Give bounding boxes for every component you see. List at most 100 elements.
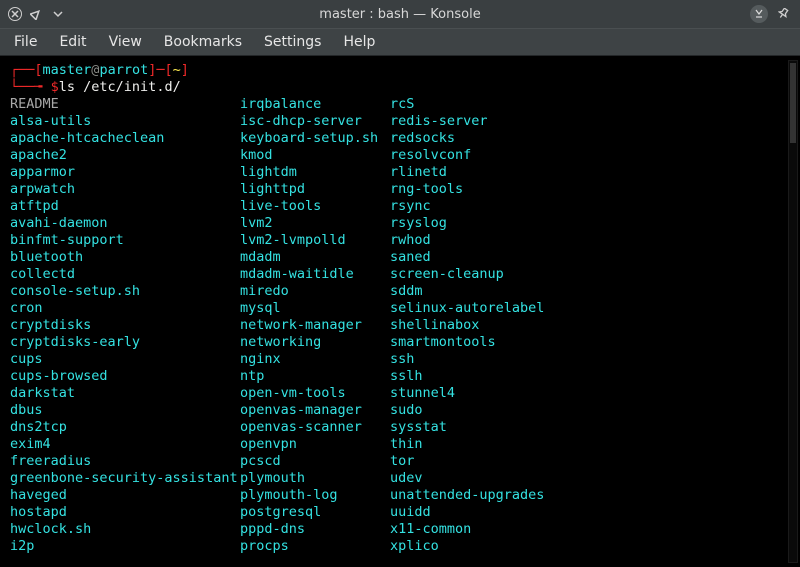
ls-entry: nginx [240,351,390,368]
ls-entry: unattended-upgrades [390,487,600,504]
ls-entry: networking [240,334,390,351]
ls-entry: udev [390,470,600,487]
ls-entry: plymouth-log [240,487,390,504]
ls-entry: stunnel4 [390,385,600,402]
ls-entry: cryptdisks-early [10,334,240,351]
ls-entry: redsocks [390,130,600,147]
ls-entry: postgresql [240,504,390,521]
ls-entry: apache-htcacheclean [10,130,240,147]
ls-entry: lvm2 [240,215,390,232]
ls-entry: apache2 [10,147,240,164]
ls-entry: network-manager [240,317,390,334]
prompt-line-1: ┌──[master@parrot]─[~] [10,62,800,79]
ls-entry: lightdm [240,164,390,181]
pin-icon[interactable] [776,6,792,22]
ls-entry: mdadm-waitidle [240,266,390,283]
ls-entry: mdadm [240,249,390,266]
ls-entry: cups [10,351,240,368]
konsole-window: master : bash — Konsole File Edit View B… [0,0,800,567]
ls-entry: hostapd [10,504,240,521]
ls-entry: isc-dhcp-server [240,113,390,130]
scrollbar[interactable] [788,60,798,563]
ls-entry: hwclock.sh [10,521,240,538]
ls-entry: rsync [390,198,600,215]
menu-edit[interactable]: Edit [59,34,86,50]
ls-entry: shellinabox [390,317,600,334]
menu-file[interactable]: File [14,34,37,50]
ls-entry: tor [390,453,600,470]
ls-entry: ssh [390,351,600,368]
ls-entry: collectd [10,266,240,283]
window-title: master : bash — Konsole [319,7,480,22]
ls-entry: sslh [390,368,600,385]
ls-entry: sudo [390,402,600,419]
ls-entry: openvas-scanner [240,419,390,436]
ls-entry: freeradius [10,453,240,470]
ls-entry: rcS [390,96,600,113]
ls-entry: cryptdisks [10,317,240,334]
ls-entry: lighttpd [240,181,390,198]
ls-entry: irqbalance [240,96,390,113]
menu-help[interactable]: Help [343,34,375,50]
ls-entry: sysstat [390,419,600,436]
ls-entry: miredo [240,283,390,300]
ls-entry: darkstat [10,385,240,402]
ls-entry: ntp [240,368,390,385]
ls-entry: xplico [390,538,600,555]
menu-view[interactable]: View [109,34,142,50]
menu-settings[interactable]: Settings [264,34,321,50]
ls-entry: mysql [240,300,390,317]
ls-entry: cron [10,300,240,317]
ls-entry: exim4 [10,436,240,453]
close-icon[interactable] [8,7,22,21]
ls-entry: bluetooth [10,249,240,266]
ls-entry: keyboard-setup.sh [240,130,390,147]
minimize-icon[interactable] [50,6,66,22]
ls-entry: lvm2-lvmpolld [240,232,390,249]
scrollbar-thumb[interactable] [790,63,796,143]
window-controls-right [750,5,800,23]
terminal[interactable]: ┌──[master@parrot]─[~] └──╼ $ls /etc/ini… [0,56,800,567]
ls-entry: console-setup.sh [10,283,240,300]
ls-entry: pcscd [240,453,390,470]
ls-entry: rwhod [390,232,600,249]
ls-entry: pppd-dns [240,521,390,538]
ls-entry: screen-cleanup [390,266,600,283]
ls-entry: avahi-daemon [10,215,240,232]
ls-entry: resolvconf [390,147,600,164]
menu-bookmarks[interactable]: Bookmarks [164,34,242,50]
ls-entry: apparmor [10,164,240,181]
ls-entry: rng-tools [390,181,600,198]
ls-entry: rlinetd [390,164,600,181]
maximize-icon[interactable] [28,6,44,22]
ls-entry: uuidd [390,504,600,521]
ls-entry: haveged [10,487,240,504]
ls-entry: i2p [10,538,240,555]
ls-entry: atftpd [10,198,240,215]
ls-entry: rsyslog [390,215,600,232]
ls-entry: procps [240,538,390,555]
ls-output: READMEirqbalancercS alsa-utilsisc-dhcp-se… [10,96,800,555]
ls-entry: arpwatch [10,181,240,198]
session-menu-icon[interactable] [750,5,768,23]
ls-entry: openvas-manager [240,402,390,419]
ls-entry: README [10,96,240,113]
ls-entry: greenbone-security-assistant [10,470,240,487]
ls-entry: alsa-utils [10,113,240,130]
menubar: File Edit View Bookmarks Settings Help [0,28,800,56]
ls-entry: kmod [240,147,390,164]
prompt-line-2: └──╼ $ls /etc/init.d/ [10,79,800,96]
command-text: ls /etc/init.d/ [59,79,181,95]
ls-entry: smartmontools [390,334,600,351]
ls-entry: saned [390,249,600,266]
ls-entry: cups-browsed [10,368,240,385]
ls-entry: x11-common [390,521,600,538]
ls-entry: selinux-autorelabel [390,300,600,317]
window-controls-left [0,6,66,22]
ls-entry: open-vm-tools [240,385,390,402]
ls-entry: dns2tcp [10,419,240,436]
ls-entry: binfmt-support [10,232,240,249]
ls-entry: sddm [390,283,600,300]
ls-entry: thin [390,436,600,453]
ls-entry: redis-server [390,113,600,130]
